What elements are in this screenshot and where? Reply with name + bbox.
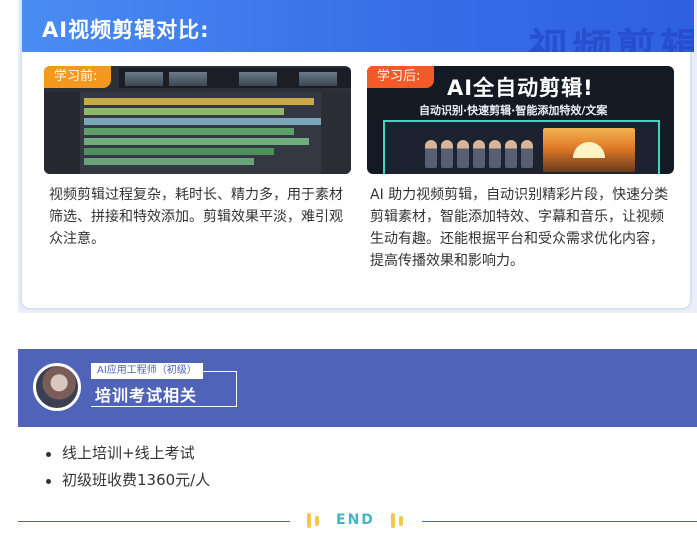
before-editor-screenshot: 学习前: bbox=[44, 66, 351, 174]
end-bar-icon bbox=[399, 516, 403, 526]
editor-track-headers bbox=[44, 92, 80, 174]
ai-editor-screen bbox=[383, 120, 660, 174]
ai-banner-title: AI全自动剪辑! bbox=[447, 76, 594, 100]
editor-preview-strip bbox=[119, 68, 351, 88]
person-thumb bbox=[441, 140, 453, 168]
section-title: 培训考试相关 bbox=[95, 386, 198, 405]
list-item: 初级班收费1360元/人 bbox=[44, 467, 210, 494]
after-description: AI 助力视频剪辑，自动识别精彩片段，快速分类剪辑素材，智能添加特效、字幕和音乐… bbox=[370, 187, 669, 269]
end-divider-right bbox=[422, 521, 697, 522]
editor-timeline bbox=[44, 92, 351, 174]
preview-thumb bbox=[299, 72, 337, 86]
timeline-track bbox=[84, 118, 324, 125]
person-thumb bbox=[473, 140, 485, 168]
timeline-track bbox=[84, 138, 309, 145]
person-thumb bbox=[489, 140, 501, 168]
comparison-header: AI视频剪辑对比: 视频剪辑 bbox=[22, 0, 694, 52]
timeline-track bbox=[84, 158, 254, 165]
preview-thumb bbox=[125, 72, 163, 86]
timeline-track bbox=[84, 148, 274, 155]
editor-side-panel bbox=[321, 92, 351, 174]
avatar bbox=[33, 363, 81, 411]
ai-person-thumbnails bbox=[425, 140, 535, 170]
preview-thumb bbox=[239, 72, 277, 86]
course-level-label: AI应用工程师（初级） bbox=[91, 363, 203, 379]
comparison-section: AI视频剪辑对比: 视频剪辑 学习前: AI全自动剪辑! 自动识别·快速剪辑·智… bbox=[18, 0, 697, 313]
before-tag: 学习前: bbox=[44, 66, 112, 88]
end-divider-left bbox=[18, 521, 290, 522]
list-item: 线上培训+线上考试 bbox=[44, 440, 210, 467]
after-ai-screenshot: AI全自动剪辑! 自动识别·快速剪辑·智能添加特效/文案 学习后: bbox=[367, 66, 674, 174]
header-watermark: 视频剪辑 bbox=[528, 26, 694, 52]
person-thumb bbox=[425, 140, 437, 168]
person-thumb bbox=[505, 140, 517, 168]
ai-banner-subtitle: 自动识别·快速剪辑·智能添加特效/文案 bbox=[419, 104, 608, 117]
before-description: 视频剪辑过程复杂，耗时长、精力多，用于素材筛选、拼接和特效添加。剪辑效果平淡，难… bbox=[49, 187, 343, 247]
person-thumb bbox=[457, 140, 469, 168]
comparison-card: AI视频剪辑对比: 视频剪辑 学习前: AI全自动剪辑! 自动识别·快速剪辑·智… bbox=[20, 0, 694, 310]
ai-preview-image bbox=[543, 128, 635, 172]
timeline-track bbox=[84, 128, 294, 135]
timeline-track bbox=[84, 98, 314, 105]
person-thumb bbox=[521, 140, 533, 168]
sunset-icon bbox=[573, 142, 605, 158]
training-section-header: AI应用工程师（初级） 培训考试相关 bbox=[18, 349, 697, 427]
end-bar-icon bbox=[315, 516, 319, 526]
end-label: END bbox=[336, 512, 375, 528]
comparison-title: AI视频剪辑对比: bbox=[42, 18, 210, 42]
end-bar-icon bbox=[391, 513, 395, 528]
training-info-list: 线上培训+线上考试 初级班收费1360元/人 bbox=[44, 440, 210, 494]
after-tag: 学习后: bbox=[367, 66, 435, 88]
timeline-track bbox=[84, 108, 284, 115]
end-bar-icon bbox=[307, 513, 311, 528]
preview-thumb bbox=[169, 72, 207, 86]
